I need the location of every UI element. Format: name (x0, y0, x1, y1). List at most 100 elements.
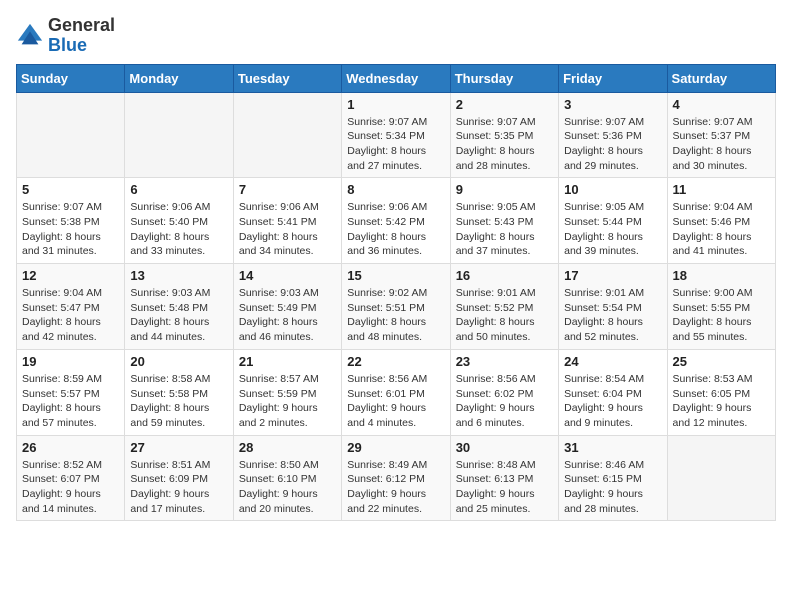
calendar-cell: 30 Sunrise: 8:48 AM Sunset: 6:13 PM Dayli… (450, 435, 558, 521)
day-number: 26 (22, 440, 119, 455)
calendar-cell: 14 Sunrise: 9:03 AM Sunset: 5:49 PM Dayli… (233, 264, 341, 350)
day-number: 15 (347, 268, 444, 283)
day-info: Sunrise: 9:05 AM Sunset: 5:44 PM Dayligh… (564, 200, 661, 259)
calendar-cell: 18Sunrise: 9:00 AM Sunset: 5:55 PM Dayli… (667, 264, 775, 350)
day-number: 23 (456, 354, 553, 369)
calendar-cell: 4 Sunrise: 9:07 AM Sunset: 5:37 PM Daylig… (667, 92, 775, 178)
calendar-cell: 13 Sunrise: 9:03 AM Sunset: 5:48 PM Dayli… (125, 264, 233, 350)
day-number: 27 (130, 440, 227, 455)
logo-blue-text: Blue (48, 35, 87, 55)
calendar-cell: 1 Sunrise: 9:07 AM Sunset: 5:34 PM Daylig… (342, 92, 450, 178)
day-number: 17 (564, 268, 661, 283)
day-number: 19 (22, 354, 119, 369)
calendar-cell: 25Sunrise: 8:53 AM Sunset: 6:05 PM Dayli… (667, 349, 775, 435)
calendar-cell: 31Sunrise: 8:46 AM Sunset: 6:15 PM Dayli… (559, 435, 667, 521)
calendar-cell: 6 Sunrise: 9:06 AM Sunset: 5:40 PM Daylig… (125, 178, 233, 264)
calendar-cell: 12 Sunrise: 9:04 AM Sunset: 5:47 PM Dayli… (17, 264, 125, 350)
day-info: Sunrise: 8:54 AM Sunset: 6:04 PM Dayligh… (564, 372, 661, 431)
day-info: Sunrise: 9:04 AM Sunset: 5:46 PM Dayligh… (673, 200, 770, 259)
calendar-cell (125, 92, 233, 178)
day-info: Sunrise: 9:06 AM Sunset: 5:41 PM Dayligh… (239, 200, 336, 259)
day-info: Sunrise: 8:59 AM Sunset: 5:57 PM Dayligh… (22, 372, 119, 431)
day-number: 12 (22, 268, 119, 283)
page-header: General Blue (16, 16, 776, 56)
weekday-header: Thursday (450, 64, 558, 92)
calendar-cell: 8 Sunrise: 9:06 AM Sunset: 5:42 PM Daylig… (342, 178, 450, 264)
calendar-cell: 2Sunrise: 9:07 AM Sunset: 5:35 PM Daylig… (450, 92, 558, 178)
day-number: 18 (673, 268, 770, 283)
logo: General Blue (16, 16, 115, 56)
day-info: Sunrise: 9:07 AM Sunset: 5:38 PM Dayligh… (22, 200, 119, 259)
day-number: 14 (239, 268, 336, 283)
day-number: 6 (130, 182, 227, 197)
weekday-header: Saturday (667, 64, 775, 92)
day-number: 1 (347, 97, 444, 112)
day-number: 10 (564, 182, 661, 197)
day-number: 5 (22, 182, 119, 197)
day-info: Sunrise: 9:05 AM Sunset: 5:43 PM Dayligh… (456, 200, 553, 259)
weekday-header: Friday (559, 64, 667, 92)
day-number: 11 (673, 182, 770, 197)
calendar-cell: 28 Sunrise: 8:50 AM Sunset: 6:10 PM Dayli… (233, 435, 341, 521)
day-info: Sunrise: 8:56 AM Sunset: 6:02 PM Dayligh… (456, 372, 553, 431)
calendar-cell (667, 435, 775, 521)
day-info: Sunrise: 9:01 AM Sunset: 5:54 PM Dayligh… (564, 286, 661, 345)
day-info: Sunrise: 8:49 AM Sunset: 6:12 PM Dayligh… (347, 458, 444, 517)
day-number: 20 (130, 354, 227, 369)
weekday-header: Wednesday (342, 64, 450, 92)
day-number: 24 (564, 354, 661, 369)
calendar-week-row: 19 Sunrise: 8:59 AM Sunset: 5:57 PM Dayli… (17, 349, 776, 435)
day-info: Sunrise: 8:48 AM Sunset: 6:13 PM Dayligh… (456, 458, 553, 517)
calendar-cell: 26 Sunrise: 8:52 AM Sunset: 6:07 PM Dayli… (17, 435, 125, 521)
weekday-header: Sunday (17, 64, 125, 92)
day-number: 16 (456, 268, 553, 283)
day-info: Sunrise: 9:07 AM Sunset: 5:35 PM Dayligh… (456, 115, 553, 174)
day-number: 8 (347, 182, 444, 197)
calendar-header-row: SundayMondayTuesdayWednesdayThursdayFrid… (17, 64, 776, 92)
weekday-header: Tuesday (233, 64, 341, 92)
calendar-cell: 17 Sunrise: 9:01 AM Sunset: 5:54 PM Dayli… (559, 264, 667, 350)
day-info: Sunrise: 8:57 AM Sunset: 5:59 PM Dayligh… (239, 372, 336, 431)
day-info: Sunrise: 9:07 AM Sunset: 5:34 PM Dayligh… (347, 115, 444, 174)
calendar-cell (17, 92, 125, 178)
day-info: Sunrise: 9:01 AM Sunset: 5:52 PM Dayligh… (456, 286, 553, 345)
calendar-cell (233, 92, 341, 178)
day-number: 29 (347, 440, 444, 455)
day-number: 4 (673, 97, 770, 112)
day-info: Sunrise: 9:03 AM Sunset: 5:49 PM Dayligh… (239, 286, 336, 345)
day-info: Sunrise: 9:06 AM Sunset: 5:40 PM Dayligh… (130, 200, 227, 259)
logo-icon (16, 22, 44, 50)
day-number: 3 (564, 97, 661, 112)
day-number: 28 (239, 440, 336, 455)
calendar-cell: 3 Sunrise: 9:07 AM Sunset: 5:36 PM Daylig… (559, 92, 667, 178)
calendar-cell: 24 Sunrise: 8:54 AM Sunset: 6:04 PM Dayli… (559, 349, 667, 435)
day-number: 30 (456, 440, 553, 455)
calendar-cell: 27Sunrise: 8:51 AM Sunset: 6:09 PM Dayli… (125, 435, 233, 521)
logo-general-text: General (48, 15, 115, 35)
calendar-week-row: 5 Sunrise: 9:07 AM Sunset: 5:38 PM Daylig… (17, 178, 776, 264)
day-info: Sunrise: 8:50 AM Sunset: 6:10 PM Dayligh… (239, 458, 336, 517)
day-info: Sunrise: 9:06 AM Sunset: 5:42 PM Dayligh… (347, 200, 444, 259)
calendar-cell: 22 Sunrise: 8:56 AM Sunset: 6:01 PM Dayli… (342, 349, 450, 435)
day-info: Sunrise: 9:07 AM Sunset: 5:36 PM Dayligh… (564, 115, 661, 174)
calendar-cell: 10 Sunrise: 9:05 AM Sunset: 5:44 PM Dayli… (559, 178, 667, 264)
day-number: 21 (239, 354, 336, 369)
calendar-cell: 9 Sunrise: 9:05 AM Sunset: 5:43 PM Daylig… (450, 178, 558, 264)
day-number: 13 (130, 268, 227, 283)
day-info: Sunrise: 9:07 AM Sunset: 5:37 PM Dayligh… (673, 115, 770, 174)
day-info: Sunrise: 8:52 AM Sunset: 6:07 PM Dayligh… (22, 458, 119, 517)
calendar-cell: 5 Sunrise: 9:07 AM Sunset: 5:38 PM Daylig… (17, 178, 125, 264)
calendar-cell: 29 Sunrise: 8:49 AM Sunset: 6:12 PM Dayli… (342, 435, 450, 521)
calendar-cell: 23 Sunrise: 8:56 AM Sunset: 6:02 PM Dayli… (450, 349, 558, 435)
day-info: Sunrise: 9:03 AM Sunset: 5:48 PM Dayligh… (130, 286, 227, 345)
day-number: 9 (456, 182, 553, 197)
logo-text: General Blue (48, 16, 115, 56)
day-info: Sunrise: 8:56 AM Sunset: 6:01 PM Dayligh… (347, 372, 444, 431)
calendar-cell: 19 Sunrise: 8:59 AM Sunset: 5:57 PM Dayli… (17, 349, 125, 435)
day-info: Sunrise: 9:04 AM Sunset: 5:47 PM Dayligh… (22, 286, 119, 345)
calendar-cell: 16 Sunrise: 9:01 AM Sunset: 5:52 PM Dayli… (450, 264, 558, 350)
day-number: 7 (239, 182, 336, 197)
day-number: 22 (347, 354, 444, 369)
day-info: Sunrise: 8:53 AM Sunset: 6:05 PM Dayligh… (673, 372, 770, 431)
calendar-cell: 7 Sunrise: 9:06 AM Sunset: 5:41 PM Daylig… (233, 178, 341, 264)
